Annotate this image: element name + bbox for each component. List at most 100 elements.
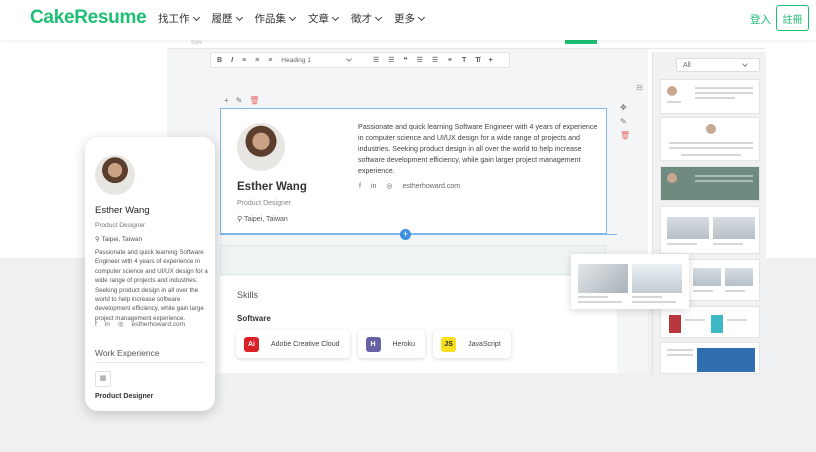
bold-button[interactable]: B [217,57,222,64]
menu-item-hiring[interactable]: 徵才 [351,11,383,26]
template-thumbnail[interactable] [660,166,760,201]
block-side-controls: ✥ ✎ 🗑 [620,103,630,145]
insert-line [220,234,617,235]
link-icon[interactable]: ⚭ [447,56,453,64]
placeholder-line [669,147,753,149]
profile-block[interactable]: Esther Wang Product Designer ⚲ Taipei, T… [220,108,607,234]
placeholder-line [695,87,753,89]
insert-icon[interactable]: + [489,57,493,64]
top-navbar: CakeResume 找工作 履歷 作品集 文章 徵才 更多 登入 註冊 [0,0,816,40]
building-icon: ▦ [95,371,111,387]
bullet-list-icon[interactable]: ☰ [388,56,394,64]
projects-block-preview[interactable] [571,254,689,309]
template-thumbnail[interactable] [660,342,760,374]
project-image [693,268,721,286]
placeholder-line [725,290,745,292]
chevron-down-icon [741,60,748,67]
project-image [578,264,628,293]
outdent-icon[interactable]: ☰ [432,56,438,64]
add-block-icon[interactable]: + [224,96,229,105]
menu-item-portfolio[interactable]: 作品集 [255,11,297,26]
indent-icon[interactable]: ☰ [417,56,423,64]
editor-top-bar: Style [167,40,765,49]
divider [95,362,205,363]
heroku-icon: H [365,336,381,352]
project-image [711,315,723,333]
placeholder-line [681,154,741,156]
empty-block[interactable] [220,245,606,275]
quote-icon[interactable]: ❝ [404,56,408,64]
adobe-icon: Ai [244,336,259,352]
template-thumbnail[interactable] [660,206,760,254]
project-image [725,268,753,286]
facebook-icon[interactable]: f [359,183,361,190]
insert-block-button[interactable]: + [400,229,411,240]
placeholder-line [667,354,693,356]
placeholder-line [695,97,735,99]
profile-location: ⚲ Taipei, Taiwan [237,216,288,223]
text-color-icon[interactable]: T [462,57,466,64]
chevron-down-icon [374,13,383,21]
align-right-icon[interactable]: ≡ [268,57,272,64]
placeholder-line [713,243,743,245]
mobile-preview: Esther Wang Product Designer ⚲ Taipei, T… [85,137,215,411]
move-icon[interactable]: ✥ [620,103,630,112]
skills-title[interactable]: Skills [237,290,258,300]
template-filter-select[interactable]: All [676,58,760,72]
save-button[interactable] [565,40,597,44]
chevron-down-icon [417,13,426,21]
website-link[interactable]: estherhoward.com [132,321,185,328]
menu-item-more[interactable]: 更多 [394,11,426,26]
skill-chip[interactable]: JS JavaScript [433,330,511,358]
skill-chip[interactable]: H Heroku [357,330,426,358]
placeholder-line [695,175,753,177]
placeholder-line [685,319,705,321]
facebook-icon[interactable]: f [95,321,97,328]
job-title: Product Designer [95,393,154,400]
placeholder-line [578,301,622,303]
profile-avatar[interactable] [237,123,285,171]
edit-pencil-icon[interactable]: ✎ [620,117,630,126]
heading-select[interactable]: Heading 1 [281,55,352,64]
align-left-icon[interactable]: ≡ [242,57,246,64]
linkedin-icon[interactable]: in [105,321,110,328]
style-label: Style [191,40,203,46]
template-thumbnail[interactable] [660,79,760,114]
align-center-icon[interactable]: ≡ [255,57,259,64]
italic-button[interactable]: I [231,57,233,64]
login-link[interactable]: 登入 [750,12,771,27]
template-thumbnail[interactable] [660,117,760,161]
placeholder-line [693,290,713,292]
profile-bio[interactable]: Passionate and quick learning Software E… [358,122,598,177]
skill-chip[interactable]: Ai Adobe Creative Cloud [236,330,350,358]
linkedin-icon[interactable]: in [371,183,376,190]
template-thumbnail[interactable] [660,306,760,338]
placeholder-line [669,142,753,144]
menu-item-resume[interactable]: 履歷 [212,11,243,26]
profile-name[interactable]: Esther Wang [237,181,307,193]
mobile-social-links: f in ◎ estherhoward.com [95,320,193,329]
website-link[interactable]: estherhoward.com [403,183,461,190]
clear-format-icon[interactable]: T̸ [475,57,479,64]
chevron-down-icon [235,13,243,21]
menu-item-jobs[interactable]: 找工作 [158,11,200,26]
ordered-list-icon[interactable]: ☰ [373,56,379,64]
avatar [706,124,716,134]
chevron-down-icon [192,13,200,21]
instagram-icon[interactable]: ◎ [386,182,392,190]
trash-icon[interactable]: 🗑 [249,96,259,105]
mobile-profile-role: Product Designer [95,222,146,229]
signup-button[interactable]: 註冊 [776,5,809,31]
profile-role[interactable]: Product Designer [237,200,291,207]
menu-item-articles[interactable]: 文章 [308,11,340,26]
location-pin-icon: ⚲ [237,216,244,223]
layout-icon[interactable]: ⊟ [636,83,643,92]
project-image [667,217,709,239]
mobile-profile-location: ⚲ Taipei, Taiwan [95,236,143,243]
cakeresume-logo[interactable]: CakeResume [30,7,147,29]
instagram-icon[interactable]: ◎ [118,320,124,328]
skills-category[interactable]: Software [237,314,271,323]
placeholder-line [727,319,747,321]
trash-icon[interactable]: 🗑 [620,131,630,140]
edit-pencil-icon[interactable]: ✎ [236,96,243,105]
